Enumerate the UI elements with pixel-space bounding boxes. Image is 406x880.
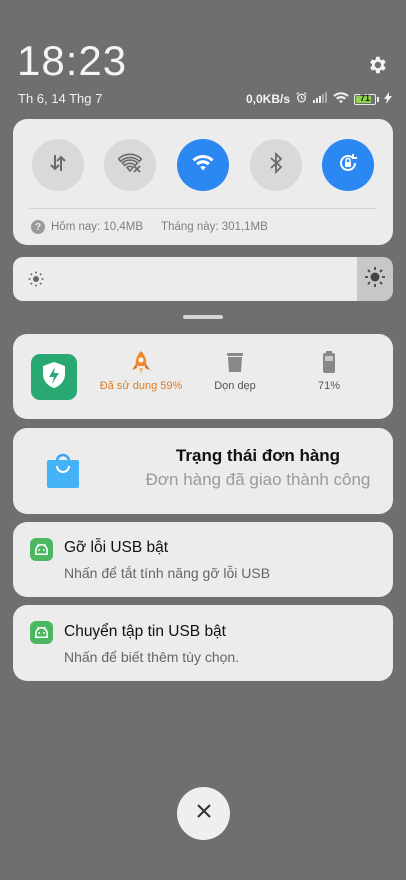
- gear-icon[interactable]: [366, 54, 388, 76]
- status-icons: 0,0KB/s 71: [246, 91, 392, 107]
- notification-body: Nhấn để tắt tính năng gỡ lỗi USB: [64, 565, 271, 581]
- android-icon: [30, 621, 53, 644]
- notification-body: Đơn hàng đã giao thành công: [145, 470, 371, 489]
- battery-label: 71%: [317, 380, 341, 392]
- alarm-icon: [295, 91, 308, 107]
- wifi-hotspot-toggle[interactable]: [104, 139, 156, 191]
- notification-body: Nhấn để biết thêm tùy chọn.: [64, 649, 240, 665]
- wifi-off-icon: [117, 153, 143, 178]
- notification-title: Chuyển tập tin USB bật: [64, 623, 226, 640]
- quick-settings-panel: ? Hôm nay: 10,4MB Tháng này: 301,1MB: [13, 119, 393, 245]
- drag-handle[interactable]: [183, 315, 223, 319]
- brightness-track[interactable]: [13, 257, 357, 301]
- order-notification[interactable]: Trạng thái đơn hàng Đơn hàng đã giao thà…: [13, 428, 393, 514]
- wifi-icon: [192, 154, 214, 177]
- network-speed: 0,0KB/s: [245, 92, 290, 106]
- brightness-high-icon: [364, 266, 386, 293]
- usage-month: Tháng này: 301,1MB: [161, 221, 268, 233]
- battery-icon: 71: [354, 92, 379, 105]
- wifi-toggle[interactable]: [177, 139, 229, 191]
- android-icon: [30, 538, 53, 561]
- clear-all-button[interactable]: [177, 787, 230, 840]
- date-label[interactable]: Th 6, 14 Thg 7: [18, 91, 102, 106]
- wifi-icon: [333, 91, 349, 107]
- clock-time[interactable]: 18:23: [17, 40, 127, 82]
- brightness-slider[interactable]: [13, 257, 393, 301]
- brightness-low-icon: [28, 271, 44, 292]
- mobile-data-toggle[interactable]: [32, 139, 84, 191]
- security-card: Đã sử dụng 59% Dọn dẹp 71%: [13, 334, 393, 419]
- usb-debugging-notification[interactable]: Gỡ lỗi USB bật Nhấn để tắt tính năng gỡ …: [13, 522, 393, 597]
- data-transfer-icon: [48, 153, 68, 178]
- battery-item[interactable]: 71%: [274, 350, 384, 392]
- security-app-icon[interactable]: [31, 354, 77, 400]
- usb-file-transfer-notification[interactable]: Chuyển tập tin USB bật Nhấn để biết thêm…: [13, 605, 393, 681]
- bluetooth-icon: [269, 151, 283, 179]
- auto-rotate-toggle[interactable]: [322, 139, 374, 191]
- shield-icon: [40, 360, 68, 395]
- battery-level: 71: [359, 92, 370, 103]
- close-icon: [196, 803, 212, 824]
- help-icon: ?: [31, 220, 45, 234]
- brightness-thumb[interactable]: [357, 257, 393, 301]
- usage-today: Hôm nay: 10,4MB: [51, 221, 144, 233]
- bluetooth-toggle[interactable]: [250, 139, 302, 191]
- signal-icon: [313, 92, 328, 106]
- data-usage-summary[interactable]: ? Hôm nay: 10,4MB Tháng này: 301,1MB: [31, 220, 268, 234]
- notification-title: Trạng thái đơn hàng: [175, 446, 341, 465]
- divider: [29, 208, 377, 209]
- charging-icon: [384, 91, 392, 107]
- notification-title: Gỡ lỗi USB bật: [64, 539, 169, 556]
- battery-icon: [274, 350, 384, 376]
- rotate-lock-icon: [336, 151, 360, 180]
